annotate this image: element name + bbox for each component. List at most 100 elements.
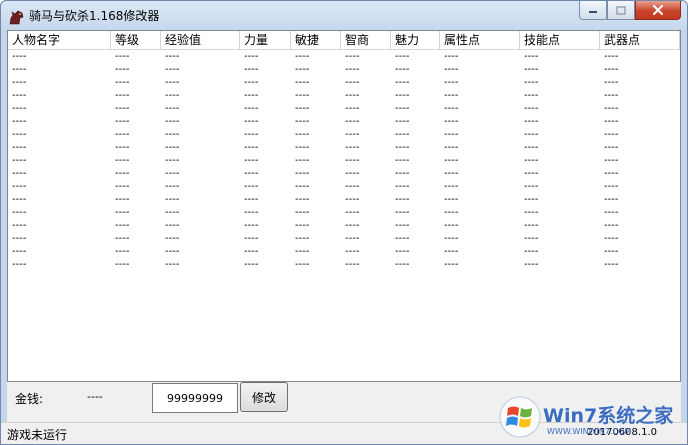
- column-header[interactable]: 属性点: [440, 31, 520, 49]
- table-cell: ----: [244, 155, 259, 166]
- table-cell: ----: [524, 168, 539, 179]
- table-cell: ----: [604, 246, 619, 257]
- table-cell: ----: [295, 181, 310, 192]
- table-cell: ----: [524, 233, 539, 244]
- status-bar: 游戏未运行 20170608.1.0: [1, 422, 687, 444]
- column-header[interactable]: 敏捷: [291, 31, 341, 49]
- table-cell: ----: [604, 181, 619, 192]
- column-header[interactable]: 技能点: [520, 31, 600, 49]
- table-cell: ----: [444, 142, 459, 153]
- maximize-button[interactable]: [607, 1, 635, 20]
- table-cell: ----: [165, 116, 180, 127]
- table-cell: ----: [165, 233, 180, 244]
- table-row[interactable]: ---- ---- ---- ---- ---- ---- ---- ---- ---- ----: [8, 154, 680, 167]
- table-cell: ----: [345, 194, 360, 205]
- horse-icon[interactable]: [8, 9, 24, 25]
- column-header[interactable]: 武器点: [600, 31, 680, 49]
- table-cell: ----: [295, 90, 310, 101]
- window-title: 骑马与砍杀1.168修改器: [29, 9, 160, 23]
- table-row[interactable]: ---- ---- ---- ---- ---- ---- ---- ---- ---- ----: [8, 193, 680, 206]
- table-row[interactable]: ---- ---- ---- ---- ---- ---- ---- ---- ---- ----: [8, 63, 680, 76]
- table-cell: ----: [244, 129, 259, 140]
- table-cell: ----: [244, 103, 259, 114]
- window-controls: [579, 1, 681, 21]
- table-cell: ----: [345, 103, 360, 114]
- table-cell: ----: [395, 233, 410, 244]
- table-cell: ----: [12, 142, 27, 153]
- table-cell: ----: [395, 142, 410, 153]
- table-cell: ----: [115, 181, 130, 192]
- table-cell: ----: [12, 77, 27, 88]
- table-row[interactable]: ---- ---- ---- ---- ---- ---- ---- ---- ---- ----: [8, 102, 680, 115]
- table-cell: ----: [165, 103, 180, 114]
- table-cell: ----: [444, 103, 459, 114]
- table-cell: ----: [444, 129, 459, 140]
- table-row[interactable]: ---- ---- ---- ---- ---- ---- ---- ---- ---- ----: [8, 89, 680, 102]
- table-cell: ----: [244, 64, 259, 75]
- table-cell: ----: [244, 220, 259, 231]
- column-header[interactable]: 魅力: [391, 31, 440, 49]
- table-cell: ----: [604, 129, 619, 140]
- table-row[interactable]: ---- ---- ---- ---- ---- ---- ---- ---- ---- ----: [8, 180, 680, 193]
- table-cell: ----: [12, 168, 27, 179]
- table-cell: ----: [524, 116, 539, 127]
- table-cell: ----: [295, 142, 310, 153]
- table-cell: ----: [345, 129, 360, 140]
- modify-button[interactable]: 修改: [240, 382, 288, 412]
- table-cell: ----: [345, 116, 360, 127]
- table-cell: ----: [395, 51, 410, 62]
- table-cell: ----: [165, 142, 180, 153]
- column-header[interactable]: 人物名字: [8, 31, 111, 49]
- table-row[interactable]: ---- ---- ---- ---- ---- ---- ---- ---- ---- ----: [8, 50, 680, 63]
- table-row[interactable]: ---- ---- ---- ---- ---- ---- ---- ---- ---- ----: [8, 219, 680, 232]
- title-bar[interactable]: 骑马与砍杀1.168修改器: [1, 1, 687, 31]
- table-cell: ----: [244, 259, 259, 270]
- app-window: 骑马与砍杀1.168修改器 人物名字 等级 经验值 力量 敏捷 智商 魅力 属性点 技能点 武器点…: [0, 0, 688, 445]
- table-cell: ----: [295, 77, 310, 88]
- table-row[interactable]: ---- ---- ---- ---- ---- ---- ---- ---- ---- ----: [8, 245, 680, 258]
- table-cell: ----: [345, 64, 360, 75]
- table-cell: ----: [115, 155, 130, 166]
- close-icon: [653, 5, 663, 15]
- money-input[interactable]: [152, 383, 238, 413]
- table-cell: ----: [165, 90, 180, 101]
- table-cell: ----: [444, 220, 459, 231]
- table-row[interactable]: ---- ---- ---- ---- ---- ---- ---- ---- ---- ----: [8, 115, 680, 128]
- table-row[interactable]: ---- ---- ---- ---- ---- ---- ---- ---- ---- ----: [8, 206, 680, 219]
- table-row[interactable]: ---- ---- ---- ---- ---- ---- ---- ---- ---- ----: [8, 258, 680, 271]
- table-cell: ----: [444, 116, 459, 127]
- close-button[interactable]: [635, 1, 681, 20]
- table-cell: ----: [444, 77, 459, 88]
- table-row[interactable]: ---- ---- ---- ---- ---- ---- ---- ---- ---- ----: [8, 232, 680, 245]
- table-cell: ----: [165, 155, 180, 166]
- table-cell: ----: [12, 64, 27, 75]
- status-text: 游戏未运行: [7, 428, 68, 442]
- table-cell: ----: [444, 155, 459, 166]
- column-header[interactable]: 等级: [111, 31, 161, 49]
- table-row[interactable]: ---- ---- ---- ---- ---- ---- ---- ---- ---- ----: [8, 141, 680, 154]
- table-row[interactable]: ---- ---- ---- ---- ---- ---- ---- ---- ---- ----: [8, 167, 680, 180]
- table-cell: ----: [295, 116, 310, 127]
- column-header[interactable]: 智商: [341, 31, 391, 49]
- table-row[interactable]: ---- ---- ---- ---- ---- ---- ---- ---- ---- ----: [8, 128, 680, 141]
- table-cell: ----: [115, 259, 130, 270]
- table-cell: ----: [115, 90, 130, 101]
- table-cell: ----: [295, 155, 310, 166]
- table-cell: ----: [395, 155, 410, 166]
- table-cell: ----: [295, 233, 310, 244]
- table-cell: ----: [604, 259, 619, 270]
- character-list[interactable]: 人物名字 等级 经验值 力量 敏捷 智商 魅力 属性点 技能点 武器点 ---- ---- ---- -…: [7, 30, 681, 382]
- table-cell: ----: [524, 181, 539, 192]
- table-cell: ----: [244, 51, 259, 62]
- column-header[interactable]: 经验值: [161, 31, 240, 49]
- column-header[interactable]: 力量: [240, 31, 291, 49]
- maximize-icon: [616, 5, 626, 15]
- table-cell: ----: [524, 194, 539, 205]
- table-cell: ----: [12, 246, 27, 257]
- minimize-button[interactable]: [579, 1, 607, 20]
- table-cell: ----: [115, 64, 130, 75]
- table-cell: ----: [115, 129, 130, 140]
- table-cell: ----: [604, 77, 619, 88]
- table-cell: ----: [12, 181, 27, 192]
- table-row[interactable]: ---- ---- ---- ---- ---- ---- ---- ---- ---- ----: [8, 76, 680, 89]
